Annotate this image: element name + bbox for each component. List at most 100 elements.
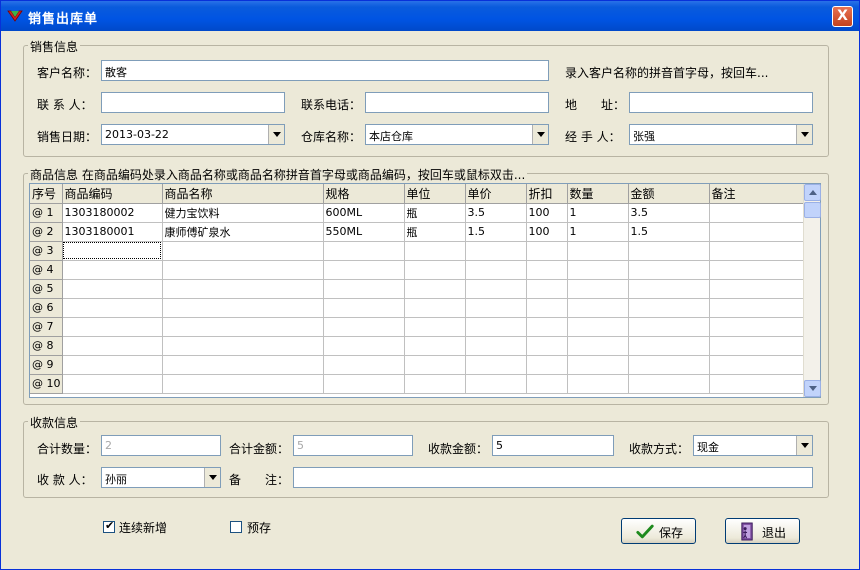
close-button[interactable]: X [832,6,853,27]
cell-note[interactable] [709,203,811,223]
cell-name[interactable] [162,336,324,356]
cell-note[interactable] [709,374,811,394]
table-row[interactable]: @ 8 [30,336,811,356]
cell-note[interactable] [709,317,811,337]
cell-amount[interactable]: 3.5 [628,203,710,223]
row-number[interactable]: @ 5 [30,279,63,299]
col-header-discount[interactable]: 折扣 [526,184,568,204]
date-picker[interactable]: 2013-03-22 [101,124,285,145]
cell-qty[interactable] [567,279,629,299]
reserve-checkbox[interactable] [230,521,242,533]
table-row[interactable]: @ 10 [30,374,811,394]
chevron-down-icon[interactable] [796,436,812,455]
cell-unit[interactable] [404,317,466,337]
cell-name[interactable]: 康师傅矿泉水 [162,222,324,242]
continuous-add-checkbox[interactable]: ✔ [103,519,115,533]
cell-discount[interactable] [526,298,568,318]
remark-input[interactable] [293,467,813,488]
table-row[interactable]: @ 6 [30,298,811,318]
cell-discount[interactable] [526,336,568,356]
cell-spec[interactable] [323,317,405,337]
exit-button[interactable]: 退出 [725,518,800,544]
col-header-unit[interactable]: 单位 [404,184,466,204]
cell-code[interactable]: 1303180002 [62,203,163,223]
phone-input[interactable] [365,92,549,113]
cell-qty[interactable] [567,317,629,337]
cell-qty[interactable]: 1 [567,203,629,223]
cell-qty[interactable] [567,355,629,375]
cell-amount[interactable] [628,317,710,337]
cell-note[interactable] [709,279,811,299]
cell-qty[interactable] [567,241,629,261]
cell-unit[interactable] [404,279,466,299]
cell-code[interactable] [62,317,163,337]
cell-unit[interactable] [404,374,466,394]
cell-unit[interactable] [404,298,466,318]
chevron-down-icon[interactable] [532,125,548,144]
cell-name[interactable] [162,241,324,261]
cell-unit[interactable] [404,355,466,375]
col-header-price[interactable]: 单价 [465,184,527,204]
cell-spec[interactable] [323,336,405,356]
cell-name[interactable] [162,260,324,280]
reserve-label[interactable]: 预存 [247,519,271,536]
table-row[interactable]: @ 1 1303180002 健力宝饮料 600ML 瓶 3.5 100 1 3.5 [30,203,811,223]
row-number[interactable]: @ 8 [30,336,63,356]
cell-amount[interactable] [628,355,710,375]
cell-discount[interactable]: 100 [526,222,568,242]
row-number[interactable]: @ 6 [30,298,63,318]
cell-amount[interactable] [628,336,710,356]
continuous-add-label[interactable]: 连续新增 [119,519,167,536]
cell-price[interactable] [465,260,527,280]
cell-note[interactable] [709,241,811,261]
chevron-down-icon[interactable] [204,468,220,487]
scroll-up-icon[interactable] [804,184,821,201]
scroll-thumb[interactable] [804,202,821,218]
col-header-no[interactable]: 序号 [30,184,63,204]
cell-unit[interactable] [404,336,466,356]
cell-price[interactable]: 3.5 [465,203,527,223]
row-number[interactable]: @ 10 [30,374,63,394]
chevron-down-icon[interactable] [796,125,812,144]
cell-spec[interactable] [323,298,405,318]
cell-code[interactable] [62,279,163,299]
table-row[interactable]: @ 7 [30,317,811,337]
customer-input[interactable]: 散客 [101,60,549,81]
table-row[interactable]: @ 5 [30,279,811,299]
cell-unit[interactable] [404,241,466,261]
cell-price[interactable] [465,317,527,337]
grid-scrollbar[interactable] [803,184,821,397]
cell-name[interactable] [162,355,324,375]
cell-note[interactable] [709,298,811,318]
row-number[interactable]: @ 1 [30,203,63,223]
row-number[interactable]: @ 7 [30,317,63,337]
cell-spec[interactable] [323,374,405,394]
cell-spec[interactable] [323,241,405,261]
col-header-qty[interactable]: 数量 [567,184,629,204]
cell-code[interactable] [62,336,163,356]
cell-name[interactable] [162,298,324,318]
table-row[interactable]: @ 2 1303180001 康师傅矿泉水 550ML 瓶 1.5 100 1 1.5 [30,222,811,242]
cell-spec[interactable] [323,279,405,299]
cell-amount[interactable]: 1.5 [628,222,710,242]
cell-discount[interactable] [526,374,568,394]
cell-discount[interactable] [526,260,568,280]
cell-price[interactable] [465,374,527,394]
cell-qty[interactable] [567,260,629,280]
cell-code[interactable] [62,355,163,375]
warehouse-select[interactable]: 本店仓库 [365,124,549,145]
cell-code[interactable] [62,374,163,394]
row-number[interactable]: @ 4 [30,260,63,280]
cell-unit[interactable]: 瓶 [404,203,466,223]
cell-code[interactable] [62,260,163,280]
cell-code[interactable]: 1303180001 [62,222,163,242]
cell-qty[interactable] [567,336,629,356]
row-number[interactable]: @ 2 [30,222,63,242]
cell-spec[interactable]: 550ML [323,222,405,242]
col-header-code[interactable]: 商品编码 [62,184,163,204]
save-button[interactable]: 保存 [621,518,696,544]
cell-discount[interactable] [526,355,568,375]
payee-select[interactable]: 孙丽 [101,467,221,488]
row-number[interactable]: @ 3 [30,241,63,261]
table-row[interactable]: @ 3 [30,241,811,261]
